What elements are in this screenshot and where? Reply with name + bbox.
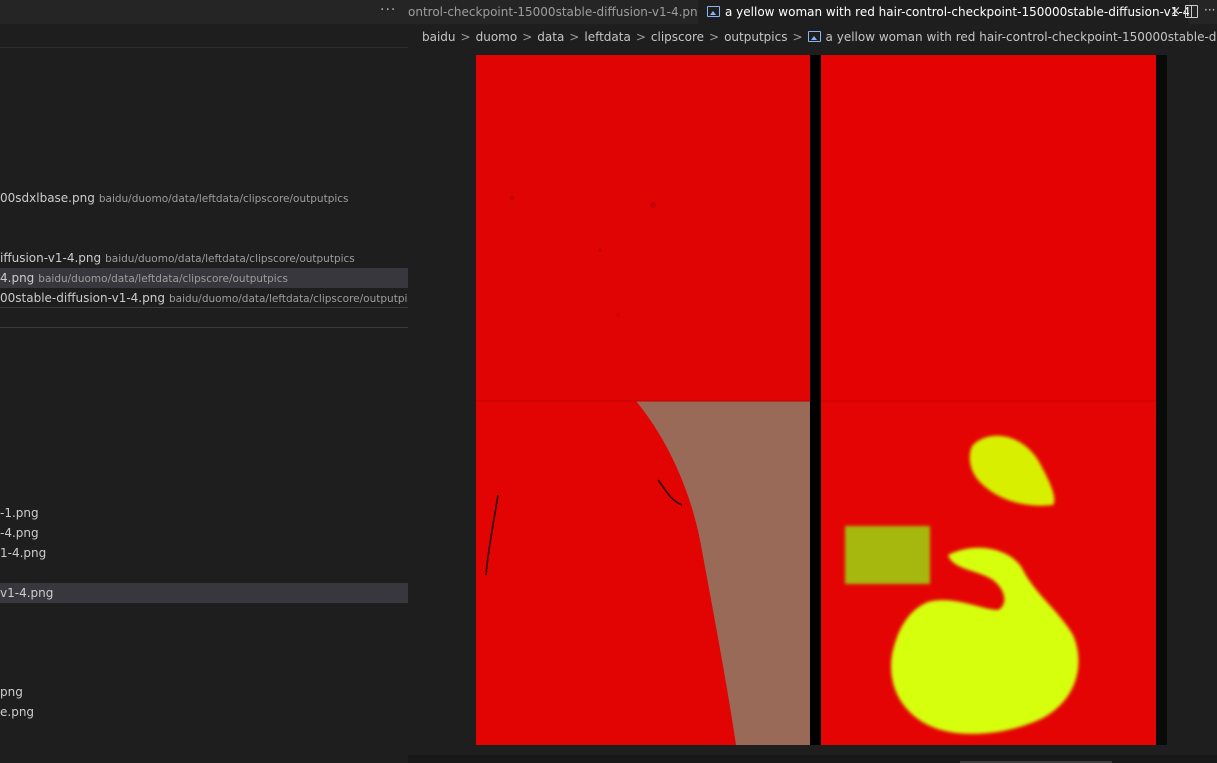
more-actions-icon[interactable]: ··· [380, 2, 396, 18]
file-name: -1.png [0, 506, 39, 520]
image-grid [476, 55, 1167, 745]
search-results-panel: ··· 00sdxlbase.png baidu/duomo/data/leftd… [0, 0, 408, 763]
breadcrumb-item[interactable]: outputpics [724, 30, 787, 44]
result-file-name: 4.png [0, 271, 35, 285]
breadcrumb-item[interactable]: clipscore [651, 30, 704, 44]
result-file-name: iffusion-v1-4.png [0, 251, 102, 265]
breadcrumb-separator-icon: > [569, 30, 580, 44]
image-file-icon [807, 31, 821, 42]
speckle [598, 248, 602, 252]
tab-previous-image[interactable]: ontrol-checkpoint-15000stable-diffusion-… [408, 0, 698, 24]
breadcrumb-separator-icon: > [792, 30, 803, 44]
breadcrumb-separator-icon: > [709, 30, 720, 44]
bottom-status-strip [408, 755, 1217, 763]
breadcrumb-item[interactable]: leftdata [584, 30, 630, 44]
image-preview [408, 50, 1217, 755]
more-actions-icon[interactable]: ··· [1204, 3, 1215, 17]
tab-active-image[interactable]: a yellow woman with red hair-control-che… [698, 0, 1189, 24]
image-file-icon [707, 6, 720, 17]
breadcrumb: baidu > duomo > data > leftdata > clipscore > outp… [408, 24, 1217, 50]
file-item[interactable]: -4.png [0, 523, 408, 543]
close-icon[interactable]: × [1170, 0, 1181, 24]
panel-top-left [476, 55, 810, 401]
tab-label: ontrol-checkpoint-15000stable-diffusion-… [408, 5, 698, 19]
tab-label: a yellow woman with red hair-control-che… [725, 5, 1189, 19]
speckle [509, 195, 515, 201]
file-item[interactable]: -1.png [0, 503, 408, 523]
file-name: v1-4.png [0, 586, 54, 600]
breadcrumb-item[interactable]: duomo [476, 30, 518, 44]
file-name: e.png [0, 705, 35, 719]
result-item-selected[interactable]: 4.png baidu/duomo/data/leftdata/clipscore… [0, 268, 408, 288]
result-file-path: baidu/duomo/data/leftdata/clipscore/outp… [98, 193, 349, 205]
preview-image [476, 55, 1167, 745]
left-panel-header: ··· [0, 0, 408, 24]
breadcrumb-item[interactable]: data [537, 30, 564, 44]
breadcrumb-file[interactable]: a yellow woman with red hair-control-che… [826, 30, 1217, 44]
divider [0, 327, 408, 328]
divider [0, 307, 408, 308]
result-file-path: baidu/duomo/data/leftdata/clipscore/outp… [168, 293, 408, 305]
speckle [616, 313, 620, 317]
result-file-path: baidu/duomo/data/leftdata/clipscore/outp… [105, 253, 355, 265]
breadcrumb-separator-icon: > [635, 30, 646, 44]
file-item[interactable]: png [0, 682, 408, 702]
speckle [650, 202, 656, 208]
black-edge [1156, 55, 1167, 745]
divider [0, 47, 408, 48]
result-item[interactable]: 00stable-diffusion-v1-4.png baidu/duomo/d… [0, 288, 408, 308]
editor-tab-bar: ontrol-checkpoint-15000stable-diffusion-… [408, 0, 1217, 24]
file-item-selected[interactable]: v1-4.png [0, 583, 408, 603]
breadcrumb-separator-icon: > [522, 30, 533, 44]
result-file-path: baidu/duomo/data/leftdata/clipscore/outp… [38, 273, 288, 285]
file-item[interactable]: e.png [0, 702, 408, 722]
black-divider [810, 55, 821, 745]
result-file-name: 00stable-diffusion-v1-4.png [0, 291, 165, 305]
result-item[interactable]: iffusion-v1-4.png baidu/duomo/data/leftda… [0, 248, 408, 268]
result-item[interactable]: 00sdxlbase.png baidu/duomo/data/leftdata/… [0, 188, 408, 208]
file-name: 1-4.png [0, 546, 47, 560]
result-file-name: 00sdxlbase.png [0, 191, 95, 205]
split-editor-icon[interactable] [1185, 5, 1198, 18]
breadcrumb-separator-icon: > [460, 30, 471, 44]
file-item[interactable]: 1-4.png [0, 543, 408, 563]
breadcrumb-item[interactable]: baidu [422, 30, 456, 44]
panel-top-right [821, 55, 1156, 401]
file-name: png [0, 685, 23, 699]
olive-block [845, 526, 930, 584]
file-name: -4.png [0, 526, 39, 540]
